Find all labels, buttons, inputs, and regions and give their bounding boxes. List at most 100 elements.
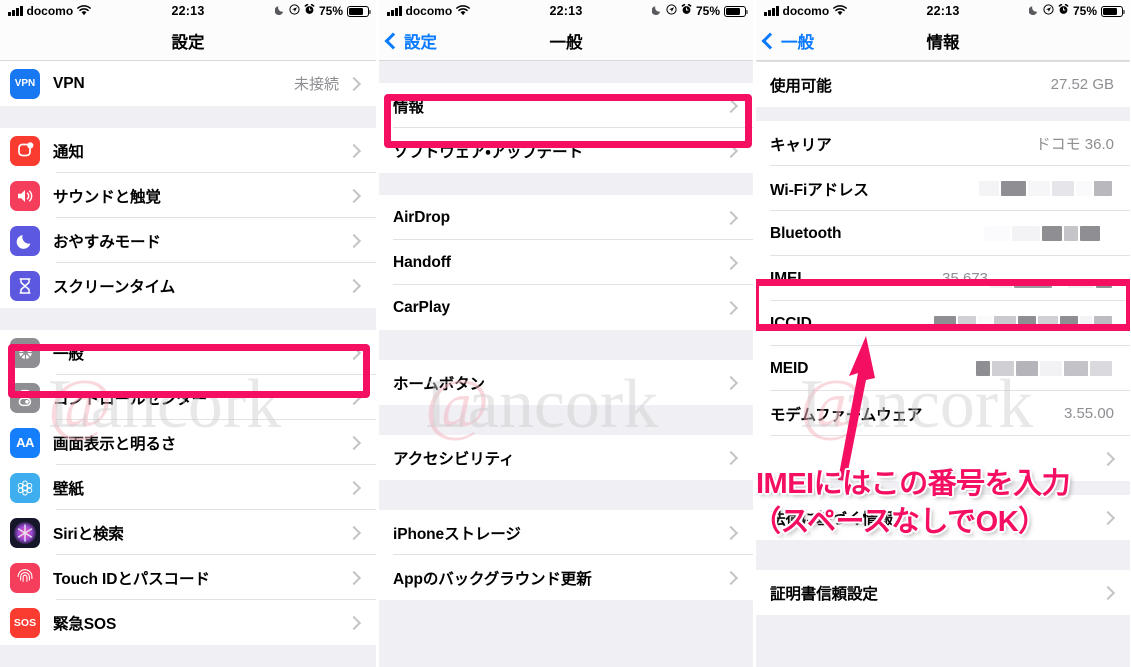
list-item-about[interactable]: 情報	[379, 83, 753, 128]
battery-icon	[347, 5, 372, 17]
sidebar-item-general[interactable]: 一般	[0, 330, 376, 375]
page-title-settings: 設定	[171, 34, 205, 52]
row-label: ソフトウェア・アップデート	[393, 143, 583, 161]
settings-group-general: 一般 コントロールセンター AA 画面表示と明るさ 壁紙 Siriと検索 Tou…	[0, 330, 376, 645]
list-item-airdrop[interactable]: AirDrop	[379, 195, 753, 240]
general-group-home-button: ホームボタン	[379, 360, 753, 405]
list-item-wifi-address: Wi-Fiアドレス	[756, 166, 1130, 211]
sidebar-item-emergency-sos[interactable]: SOS 緊急SOS	[0, 600, 376, 645]
back-button-general[interactable]: 一般	[756, 29, 814, 53]
row-label: 壁紙	[53, 480, 84, 498]
chevron-right-icon	[1100, 585, 1116, 600]
sidebar-item-screen-time[interactable]: スクリーンタイム	[0, 263, 376, 308]
chevron-right-icon	[346, 435, 362, 450]
list-item-home-button[interactable]: ホームボタン	[379, 360, 753, 405]
row-label: VPN	[53, 74, 85, 92]
status-bar-3: docomo 22:13 75%	[756, 0, 1130, 22]
settings-group-vpn: VPN VPN 未接続	[0, 61, 376, 106]
touch-id-icon	[10, 562, 40, 593]
row-label: Appのバックグラウンド更新	[393, 570, 592, 588]
chevron-right-icon	[346, 570, 362, 585]
list-item-carplay[interactable]: CarPlay	[379, 285, 753, 330]
sidebar-item-siri-search[interactable]: Siriと検索	[0, 510, 376, 555]
imei-value: 35 673	[942, 270, 988, 287]
row-label: ホームボタン	[393, 375, 485, 393]
battery-percentage: 75%	[695, 4, 720, 18]
row-label: 使用可能	[770, 77, 832, 95]
status-right-2: 75%	[651, 3, 753, 18]
sidebar-item-sounds-haptics[interactable]: サウンドと触覚	[0, 173, 376, 218]
group-gap	[379, 405, 753, 435]
about-list[interactable]: 使用可能 27.52 GB キャリア ドコモ 36.0 Wi-Fiアドレス Bl…	[756, 61, 1130, 667]
row-label: キャリア	[770, 136, 832, 154]
about-group-device-ids: キャリア ドコモ 36.0 Wi-Fiアドレス Bluetooth IMEI 3…	[756, 121, 1130, 481]
list-item-certificate-trust-settings[interactable]: 証明書信頼設定	[756, 570, 1130, 615]
row-label: MEID	[770, 359, 809, 377]
list-item-bluetooth: Bluetooth	[756, 211, 1130, 256]
general-list[interactable]: 情報 ソフトウェア・アップデート AirDrop Handoff CarPlay…	[379, 61, 753, 667]
annotation-line-1: IMEIにはこの番号を入力	[756, 468, 1071, 500]
row-label: AirDrop	[393, 208, 450, 226]
display-brightness-icon: AA	[10, 427, 40, 458]
row-label: ICCID	[770, 314, 812, 332]
location-arrow-icon	[1043, 4, 1054, 18]
list-item-background-app-refresh[interactable]: Appのバックグラウンド更新	[379, 555, 753, 600]
sidebar-item-wallpaper[interactable]: 壁紙	[0, 465, 376, 510]
list-item-software-update[interactable]: ソフトウェア・アップデート	[379, 128, 753, 173]
sidebar-item-display-brightness[interactable]: AA 画面表示と明るさ	[0, 420, 376, 465]
group-gap	[756, 107, 1130, 121]
status-bar-2: docomo 22:13 75%	[379, 0, 753, 22]
sidebar-item-touch-id-passcode[interactable]: Touch IDとパスコード	[0, 555, 376, 600]
about-group-available: 使用可能 27.52 GB	[756, 61, 1130, 107]
sidebar-item-notifications[interactable]: 通知	[0, 128, 376, 173]
group-gap	[379, 330, 753, 360]
group-gap	[379, 600, 753, 630]
about-group-certificate-trust: 証明書信頼設定	[756, 570, 1130, 615]
general-group-about: 情報 ソフトウェア・アップデート	[379, 83, 753, 173]
row-label: 一般	[53, 345, 84, 363]
chevron-right-icon	[723, 255, 739, 270]
status-bar-1: docomo 22:13 75%	[0, 0, 376, 22]
list-item-imei: IMEI 35 673	[756, 256, 1130, 301]
screen-about: docomo 22:13 75% 一般 情報 使用可能 27.52 GB キャリ…	[754, 0, 1131, 667]
row-label: おやすみモード	[53, 233, 161, 251]
location-arrow-icon	[666, 4, 677, 18]
chevron-right-icon	[723, 210, 739, 225]
screen-settings: docomo 22:13 75% 設定 VPN VPN 未接続 通知 サウンドと…	[0, 0, 377, 667]
settings-list[interactable]: VPN VPN 未接続 通知 サウンドと触覚 おやすみモード スクリーンタイム …	[0, 61, 376, 667]
alarm-clock-icon	[681, 3, 692, 18]
list-item-accessibility[interactable]: アクセシビリティ	[379, 435, 753, 480]
list-item-meid: MEID	[756, 346, 1130, 391]
display-icon-label: AA	[16, 435, 34, 450]
group-gap	[379, 61, 753, 83]
group-gap	[379, 480, 753, 510]
row-label: Touch IDとパスコード	[53, 570, 210, 588]
vpn-status-value: 未接続	[293, 76, 339, 93]
gear-icon	[10, 337, 40, 368]
row-label: Handoff	[393, 253, 451, 271]
do-not-disturb-moon-icon	[274, 5, 285, 18]
nav-bar-3: 一般 情報	[756, 22, 1130, 61]
vpn-icon: VPN	[10, 68, 40, 99]
sounds-haptics-icon	[10, 180, 40, 211]
back-button-settings[interactable]: 設定	[379, 29, 437, 53]
redacted-value-imei	[988, 270, 1120, 288]
control-center-icon	[10, 382, 40, 413]
group-gap	[0, 308, 376, 330]
sidebar-item-control-center[interactable]: コントロールセンター	[0, 375, 376, 420]
list-item-iphone-storage[interactable]: iPhoneストレージ	[379, 510, 753, 555]
back-button-label: 設定	[404, 34, 437, 52]
row-label: モデムファームウェア	[770, 406, 923, 424]
battery-icon	[724, 5, 749, 17]
do-not-disturb-moon-icon	[1028, 5, 1039, 18]
status-right-3: 75%	[1028, 3, 1130, 18]
list-item-handoff[interactable]: Handoff	[379, 240, 753, 285]
sidebar-item-do-not-disturb[interactable]: おやすみモード	[0, 218, 376, 263]
row-label: サウンドと触覚	[53, 188, 161, 206]
chevron-right-icon	[723, 98, 739, 113]
redacted-value-iccid	[932, 316, 1120, 332]
chevron-right-icon	[346, 278, 362, 293]
group-gap	[0, 106, 376, 128]
sidebar-item-vpn[interactable]: VPN VPN 未接続	[0, 61, 376, 106]
general-group-storage: iPhoneストレージ Appのバックグラウンド更新	[379, 510, 753, 600]
